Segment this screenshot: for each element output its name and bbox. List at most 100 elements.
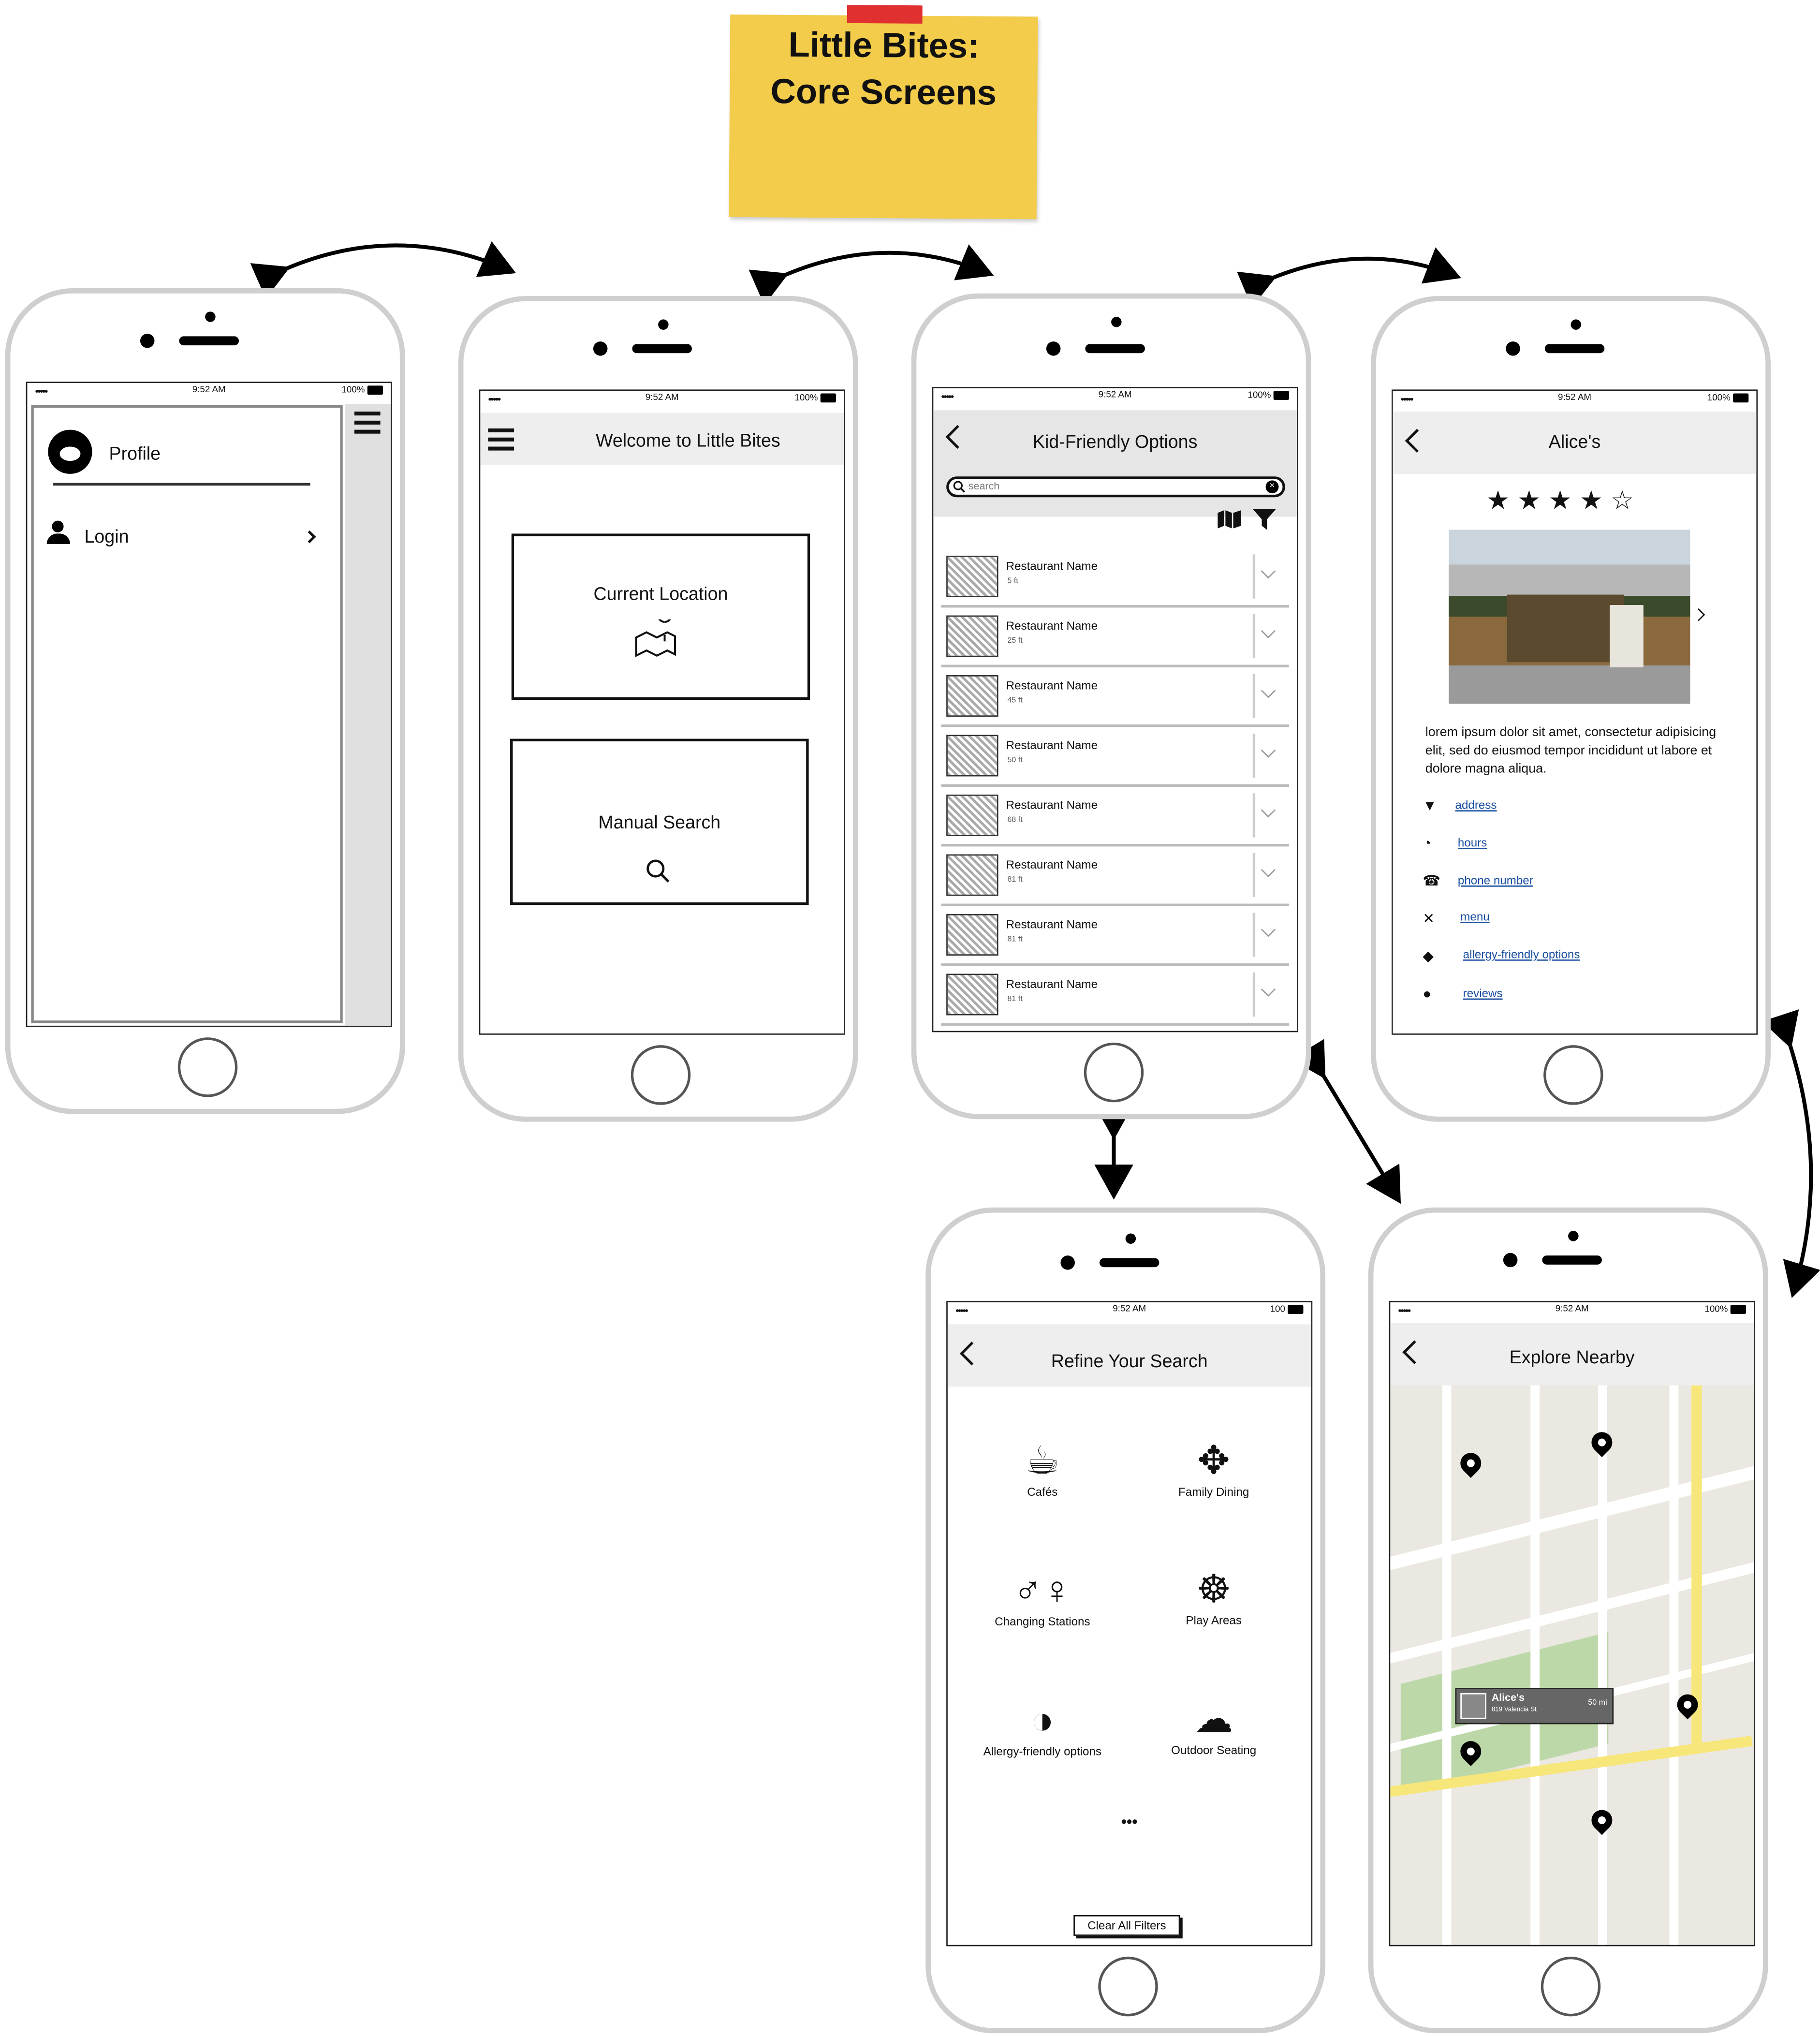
- manual-search-button[interactable]: Manual Search: [510, 738, 809, 905]
- callout-image-placeholder-icon: [1460, 1693, 1486, 1719]
- phone-icon: ☎: [1423, 873, 1441, 890]
- callout-address: 819 Valencia St: [1491, 1706, 1537, 1714]
- row-divider: [1252, 972, 1256, 1017]
- clear-search-icon[interactable]: ×: [1265, 480, 1279, 494]
- restaurant-name: Restaurant Name: [1006, 977, 1098, 991]
- star-filled-icon: ★: [1548, 487, 1580, 516]
- chat-bubble-icon: ●: [1423, 987, 1432, 1003]
- avatar[interactable]: [48, 429, 92, 474]
- chevron-right-icon[interactable]: [1692, 608, 1705, 621]
- chevron-down-icon[interactable]: [1261, 803, 1276, 818]
- row-divider: [1252, 674, 1256, 718]
- search-icon: [953, 481, 966, 493]
- list-item[interactable]: Restaurant Name 25 ft: [941, 607, 1289, 667]
- allergy-icon: ◆: [1423, 949, 1434, 965]
- page-title: Welcome to Little Bites: [596, 429, 780, 451]
- list-item[interactable]: Restaurant Name 68 ft: [941, 787, 1289, 847]
- map-area[interactable]: Alice's 819 Valencia St 50 mi: [1390, 1385, 1754, 1945]
- restaurant-thumbnail: [946, 974, 998, 1016]
- chevron-down-icon[interactable]: [1261, 922, 1276, 937]
- current-location-button[interactable]: Current Location: [511, 533, 810, 700]
- list-item[interactable]: Restaurant Name 45 ft: [941, 667, 1289, 727]
- chevron-down-icon[interactable]: [1261, 623, 1276, 638]
- restaurant-photo: [1449, 530, 1690, 704]
- filter-outdoor-seating[interactable]: ☁ Outdoor Seating: [1143, 1697, 1285, 1757]
- hamburger-menu-icon[interactable]: [354, 412, 381, 433]
- filter-family-dining[interactable]: ✥ Family Dining: [1143, 1439, 1285, 1498]
- location-pin-icon: ▼: [1423, 798, 1437, 814]
- list-item[interactable]: Restaurant Name 5 ft: [941, 548, 1289, 608]
- login-item[interactable]: Login: [85, 526, 129, 546]
- restaurant-thumbnail: [946, 615, 998, 657]
- list-item[interactable]: Restaurant Name 81 ft: [941, 906, 1289, 966]
- more-options[interactable]: •••: [948, 1813, 1311, 1831]
- restaurant-distance: 81 ft: [1007, 876, 1023, 885]
- page-title: Kid-Friendly Options: [1032, 431, 1198, 452]
- restaurant-thumbnail: [946, 556, 998, 597]
- chevron-down-icon[interactable]: [1261, 683, 1276, 698]
- clear-filters-button[interactable]: Clear All Filters: [1073, 1915, 1180, 1936]
- row-divider: [1252, 793, 1256, 838]
- hamburger-menu-icon[interactable]: [488, 428, 514, 450]
- chevron-down-icon[interactable]: [1261, 862, 1276, 877]
- menu-link[interactable]: menu: [1460, 910, 1489, 923]
- profile-label[interactable]: Profile: [109, 443, 161, 463]
- restaurant-thumbnail: [946, 854, 998, 896]
- welcome-header: Welcome to Little Bites: [480, 413, 844, 465]
- arrow-profile-welcome: [250, 241, 516, 299]
- phone-detail: ••••• 9:52 AM 100% Alice's ★★★★☆ lorem i…: [1371, 296, 1771, 1122]
- restaurant-thumbnail: [946, 914, 998, 956]
- restaurant-thumbnail: [946, 675, 998, 717]
- phone-refine: ••••• 9:52 AM 100 Refine Your Search ☕ Ca…: [925, 1207, 1326, 2034]
- chevron-down-icon[interactable]: [1261, 564, 1276, 579]
- filter-icon[interactable]: [1252, 509, 1277, 530]
- screen-welcome: ••••• 9:52 AM 100% Welcome to Little Bit…: [479, 389, 845, 1035]
- callout-distance: 50 mi: [1588, 1699, 1607, 1708]
- home-button[interactable]: [1098, 1956, 1158, 2017]
- star-filled-icon: ★: [1579, 487, 1611, 516]
- map-header: Explore Nearby: [1390, 1323, 1754, 1386]
- chevron-down-icon[interactable]: [1261, 982, 1276, 997]
- list-item[interactable]: Restaurant Name 81 ft: [941, 846, 1289, 906]
- page-title: Refine Your Search: [1051, 1350, 1208, 1372]
- reviews-link[interactable]: reviews: [1463, 987, 1503, 1000]
- restaurant-name: Restaurant Name: [1006, 858, 1098, 871]
- coffee-cup-icon: ☕: [1025, 1440, 1060, 1483]
- home-button[interactable]: [1541, 1956, 1601, 2017]
- phone-profile: ••••• 9:52 AM 100% Profile Login: [5, 288, 405, 1114]
- home-button[interactable]: [631, 1045, 691, 1105]
- home-button[interactable]: [1084, 1042, 1144, 1103]
- address-link[interactable]: address: [1455, 798, 1497, 811]
- list-item[interactable]: Restaurant Name 50 ft: [941, 727, 1289, 787]
- allergy-link[interactable]: allergy-friendly options: [1463, 948, 1580, 961]
- arrow-welcome-list: [749, 244, 994, 306]
- hours-link[interactable]: hours: [1458, 836, 1487, 849]
- restaurant-thumbnail: [946, 795, 998, 836]
- restroom-icon: ♂♀: [1013, 1569, 1072, 1613]
- search-input[interactable]: search ×: [946, 476, 1285, 498]
- restaurant-distance: 50 ft: [1007, 757, 1023, 765]
- list-item[interactable]: Restaurant Name 81 ft: [941, 966, 1289, 1026]
- map-pin-icon[interactable]: [1456, 1448, 1486, 1478]
- location-callout[interactable]: Alice's 819 Valencia St 50 mi: [1455, 1688, 1614, 1725]
- filter-cafes[interactable]: ☕ Cafés: [971, 1439, 1114, 1498]
- phone-link[interactable]: phone number: [1458, 874, 1533, 887]
- filter-allergy-options[interactable]: ◑ Allergy-friendly options: [971, 1698, 1114, 1758]
- map-pin-icon[interactable]: [1587, 1805, 1617, 1835]
- profile-divider: [53, 483, 310, 486]
- screen-refine: ••••• 9:52 AM 100 Refine Your Search ☕ Ca…: [946, 1301, 1313, 1947]
- home-button[interactable]: [1543, 1045, 1603, 1105]
- chevron-down-icon[interactable]: [1261, 743, 1276, 758]
- restaurant-distance: 81 ft: [1007, 996, 1023, 1004]
- status-bar: ••••• 9:52 AM 100: [948, 1302, 1311, 1321]
- filter-changing-stations[interactable]: ♂♀ Changing Stations: [971, 1568, 1114, 1628]
- restaurant-distance: 81 ft: [1007, 936, 1023, 944]
- clock-icon: ◔: [1423, 836, 1432, 852]
- map-pin-icon[interactable]: [1587, 1428, 1617, 1458]
- filter-play-areas[interactable]: ☸ Play Areas: [1143, 1567, 1285, 1627]
- row-divider: [1252, 733, 1256, 778]
- restaurant-list: Restaurant Name 5 ft Restaurant Name 25 ft R…: [933, 548, 1297, 1031]
- home-button[interactable]: [177, 1037, 238, 1097]
- map-view-icon[interactable]: [1218, 510, 1241, 529]
- description: lorem ipsum dolor sit amet, consectetur …: [1425, 725, 1717, 777]
